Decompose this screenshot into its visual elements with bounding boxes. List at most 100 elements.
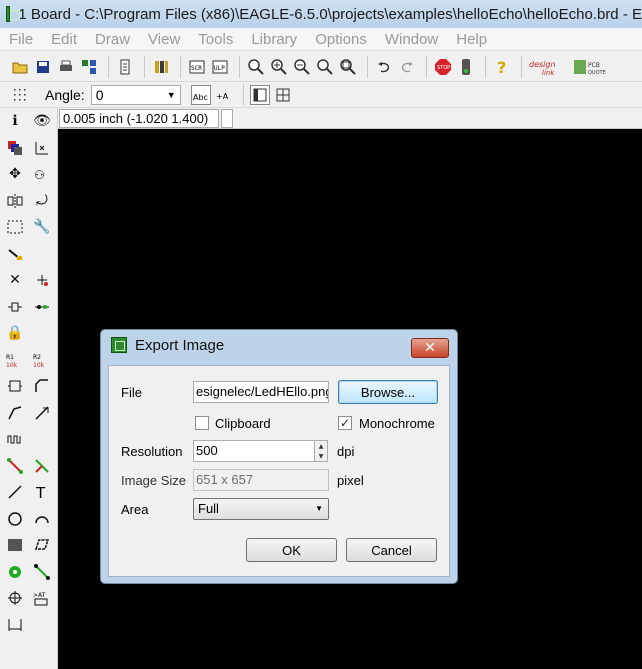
main-toolbar: SCR ULP STOP ? design link PCB QUOTE	[0, 52, 642, 82]
rect-icon[interactable]	[3, 534, 27, 556]
spin-up-icon[interactable]: ▲	[315, 441, 327, 451]
layout-split-icon[interactable]	[273, 85, 293, 105]
run-ulp-icon[interactable]: ULP	[210, 57, 230, 77]
dimension-icon[interactable]	[3, 614, 27, 636]
lock-icon[interactable]: 🔒	[3, 322, 27, 344]
ok-button[interactable]: OK	[246, 538, 337, 562]
delete-icon[interactable]: ✕	[3, 269, 27, 291]
angle-label: Angle:	[45, 86, 85, 103]
switch-to-schematic-icon[interactable]	[115, 57, 135, 77]
mirror-icon[interactable]	[3, 190, 27, 212]
menu-window[interactable]: Window	[376, 31, 447, 48]
cam-processor-icon[interactable]	[79, 57, 99, 77]
miter-icon[interactable]	[30, 375, 54, 397]
angle-select[interactable]: 0 ▼	[90, 84, 181, 105]
resolution-input[interactable]: 500	[193, 440, 315, 462]
split-icon[interactable]	[3, 402, 27, 424]
zoom-fit-icon[interactable]	[246, 57, 266, 77]
undo-icon[interactable]	[374, 57, 394, 77]
command-palette: ℹ 👁 ✥ ⚇ ⤾ 🔧 ✕ 🔒 R1 10k R2 10k T >AT	[0, 108, 58, 669]
spin-text-icon[interactable]: Abc	[190, 84, 211, 105]
browse-button[interactable]: Browse...	[338, 380, 438, 404]
menu-tools[interactable]: Tools	[189, 31, 242, 48]
display-layers-icon[interactable]	[3, 137, 27, 159]
show-icon[interactable]: 👁	[30, 110, 54, 132]
command-line[interactable]	[221, 109, 233, 128]
menu-draw[interactable]: Draw	[86, 31, 139, 48]
area-select[interactable]: Full ▼	[193, 498, 329, 520]
add-icon[interactable]	[30, 269, 54, 291]
use-library-icon[interactable]	[151, 57, 171, 77]
layout-single-icon[interactable]	[249, 84, 270, 105]
ripup-icon[interactable]	[30, 455, 54, 477]
svg-text:R2: R2	[33, 354, 41, 361]
save-icon[interactable]	[33, 57, 53, 77]
signal-icon[interactable]	[30, 561, 54, 583]
mark-icon[interactable]	[30, 137, 54, 159]
script-icon[interactable]: SCR	[187, 57, 207, 77]
move-icon[interactable]: ✥	[3, 163, 27, 185]
menu-view[interactable]: View	[139, 31, 189, 48]
smash-icon[interactable]	[3, 375, 27, 397]
grid-icon[interactable]	[10, 85, 30, 105]
title-bar: 1 Board - C:\Program Files (x86)\EAGLE-6…	[0, 0, 642, 28]
svg-text:⚇: ⚇	[34, 168, 45, 182]
polygon-icon[interactable]	[30, 534, 54, 556]
paste-icon[interactable]	[3, 243, 27, 265]
via-icon[interactable]	[3, 561, 27, 583]
resolution-spinner[interactable]: ▲ ▼	[314, 440, 328, 462]
change-icon[interactable]: 🔧	[30, 216, 54, 238]
text-icon[interactable]: T	[30, 481, 54, 503]
route-icon[interactable]	[3, 455, 27, 477]
monochrome-checkbox[interactable]: ✓	[338, 416, 352, 430]
attribute-icon[interactable]: >AT	[30, 587, 54, 609]
arc-icon[interactable]	[30, 508, 54, 530]
clipboard-checkbox[interactable]	[195, 416, 209, 430]
copy-icon[interactable]: ⚇	[30, 163, 54, 185]
dialog-body: File esignelec/LedHEllo.png Browse... Cl…	[108, 365, 450, 577]
menu-options[interactable]: Options	[306, 31, 376, 48]
menu-library[interactable]: Library	[242, 31, 306, 48]
pcb-quote-logo-icon[interactable]: PCB QUOTE	[573, 57, 611, 77]
close-button[interactable]: ✕	[411, 338, 449, 358]
stop-icon[interactable]: STOP	[433, 57, 453, 77]
cancel-button[interactable]: Cancel	[346, 538, 437, 562]
meander-icon[interactable]	[3, 428, 27, 450]
name-icon[interactable]: R1 10k	[3, 349, 27, 371]
dialog-title-bar[interactable]: Export Image	[101, 330, 457, 360]
svg-text:?: ?	[497, 58, 506, 76]
rotate-icon[interactable]: ⤾	[30, 190, 54, 212]
circle-icon[interactable]	[3, 508, 27, 530]
spin-down-icon[interactable]: ▼	[315, 451, 327, 461]
eagle-dialog-icon	[111, 337, 127, 353]
lock-pin-icon[interactable]	[30, 296, 54, 318]
print-icon[interactable]	[56, 57, 76, 77]
designlink-logo-icon[interactable]: design link	[528, 57, 570, 77]
replace-icon[interactable]	[3, 296, 27, 318]
zoom-out-icon[interactable]	[292, 57, 312, 77]
clipboard-label: Clipboard	[215, 416, 271, 431]
eagle-app-icon[interactable]	[6, 6, 22, 22]
open-folder-icon[interactable]	[10, 57, 30, 77]
optimize-icon[interactable]	[30, 402, 54, 424]
file-path-input[interactable]: esignelec/LedHEllo.png	[193, 381, 329, 403]
info-icon[interactable]: ℹ	[3, 110, 27, 132]
group-icon[interactable]	[3, 216, 27, 238]
help-icon[interactable]: ?	[492, 57, 512, 77]
image-size-label: Image Size	[121, 473, 187, 488]
menu-bar: File Edit Draw View Tools Library Option…	[0, 28, 642, 51]
hole-icon[interactable]	[3, 587, 27, 609]
zoom-select-icon[interactable]	[338, 57, 358, 77]
wire-icon[interactable]	[3, 481, 27, 503]
window-title: 1 Board - C:\Program Files (x86)\EAGLE-6…	[18, 5, 642, 23]
menu-edit[interactable]: Edit	[42, 31, 86, 48]
go-icon[interactable]	[456, 57, 476, 77]
menu-help[interactable]: Help	[447, 31, 496, 48]
svg-text:design: design	[529, 60, 556, 69]
redo-icon[interactable]	[397, 57, 417, 77]
menu-file[interactable]: File	[0, 31, 42, 48]
redraw-icon[interactable]	[315, 57, 335, 77]
value-icon[interactable]: R2 10k	[30, 349, 54, 371]
mirror-text-icon[interactable]: +A	[214, 85, 234, 105]
zoom-in-icon[interactable]	[269, 57, 289, 77]
